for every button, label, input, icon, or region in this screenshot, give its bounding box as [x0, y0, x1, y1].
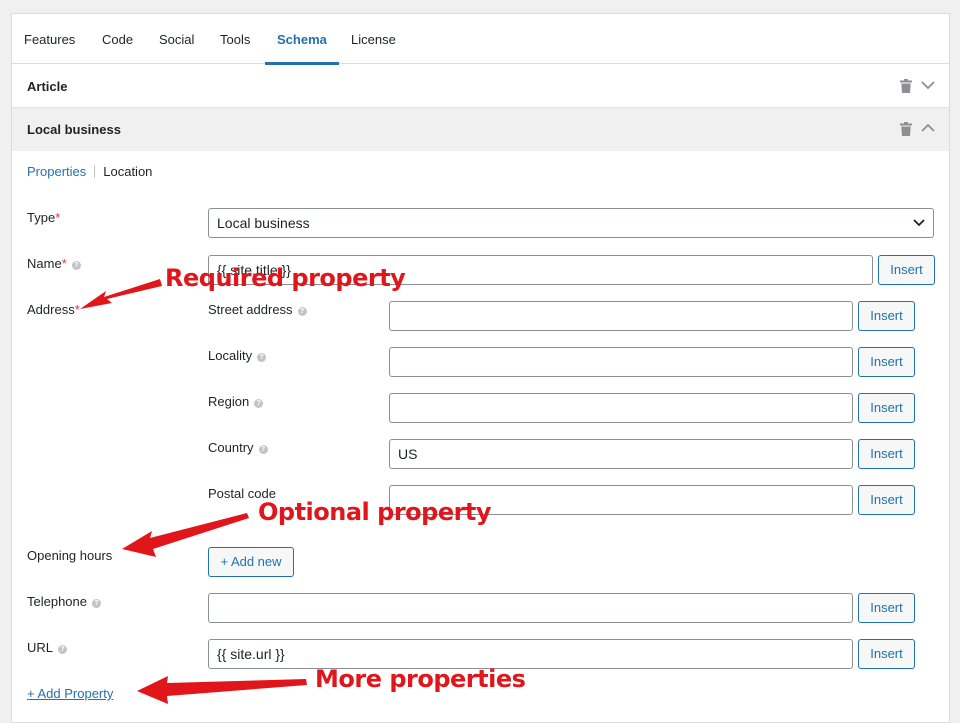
trash-icon[interactable]	[900, 79, 912, 93]
subtab-properties[interactable]: Properties	[27, 164, 86, 180]
subtab-divider	[94, 165, 96, 178]
telephone-label: Telephone?	[27, 594, 101, 610]
locality-label: Locality?	[208, 348, 267, 364]
url-insert-button[interactable]: Insert	[858, 639, 915, 669]
country-label: Country?	[208, 440, 268, 456]
name-insert-button[interactable]: Insert	[878, 255, 935, 285]
region-label: Region?	[208, 394, 264, 410]
section-title: Article	[27, 79, 68, 94]
chevron-down-icon[interactable]	[921, 80, 935, 90]
locality-insert-button[interactable]: Insert	[858, 347, 915, 377]
tab-bar: Features Code Social Tools Schema Licens…	[12, 14, 949, 65]
tab-tools[interactable]: Tools	[220, 14, 250, 64]
address-label: Address*	[27, 302, 80, 317]
url-field[interactable]	[208, 639, 853, 669]
help-icon[interactable]: ?	[257, 353, 267, 362]
help-icon[interactable]: ?	[71, 261, 81, 270]
chevron-down-icon	[913, 219, 925, 227]
tab-license[interactable]: License	[351, 14, 396, 64]
trash-icon[interactable]	[900, 122, 912, 136]
annotation-more: More properties	[315, 665, 526, 693]
name-label: Name*?	[27, 256, 81, 272]
tab-code[interactable]: Code	[102, 14, 133, 64]
type-label: Type*	[27, 210, 61, 225]
section-title: Local business	[27, 122, 121, 137]
url-label: URL?	[27, 640, 68, 656]
chevron-up-icon[interactable]	[921, 123, 935, 133]
type-select-value: Local business	[217, 215, 310, 231]
street-address-label: Street address?	[208, 302, 307, 318]
region-insert-button[interactable]: Insert	[858, 393, 915, 423]
subtab-bar: Properties Location	[27, 164, 152, 180]
postal-code-insert-button[interactable]: Insert	[858, 485, 915, 515]
annotation-optional: Optional property	[258, 498, 492, 526]
help-icon[interactable]: ?	[254, 399, 264, 408]
telephone-field[interactable]	[208, 593, 853, 623]
help-icon[interactable]: ?	[92, 599, 101, 608]
section-local-business-header[interactable]: Local business	[12, 108, 949, 151]
settings-panel: Features Code Social Tools Schema Licens…	[11, 13, 950, 723]
country-field[interactable]	[389, 439, 853, 469]
add-opening-hours-button[interactable]: + Add new	[208, 547, 294, 577]
street-address-field[interactable]	[389, 301, 853, 331]
country-insert-button[interactable]: Insert	[858, 439, 915, 469]
region-field[interactable]	[389, 393, 853, 423]
tab-features[interactable]: Features	[24, 14, 75, 64]
type-select[interactable]: Local business	[208, 208, 934, 238]
tab-social[interactable]: Social	[159, 14, 194, 64]
annotation-required: Required property	[165, 264, 406, 292]
street-address-insert-button[interactable]: Insert	[858, 301, 915, 331]
subtab-location[interactable]: Location	[103, 164, 152, 180]
opening-hours-label: Opening hours	[27, 548, 113, 563]
telephone-insert-button[interactable]: Insert	[858, 593, 915, 623]
help-icon[interactable]: ?	[58, 645, 68, 654]
tab-schema[interactable]: Schema	[265, 14, 339, 65]
help-icon[interactable]: ?	[258, 445, 268, 454]
help-icon[interactable]: ?	[297, 307, 307, 316]
add-property-link[interactable]: + Add Property	[27, 686, 113, 701]
section-article-header[interactable]: Article	[12, 65, 949, 108]
locality-field[interactable]	[389, 347, 853, 377]
